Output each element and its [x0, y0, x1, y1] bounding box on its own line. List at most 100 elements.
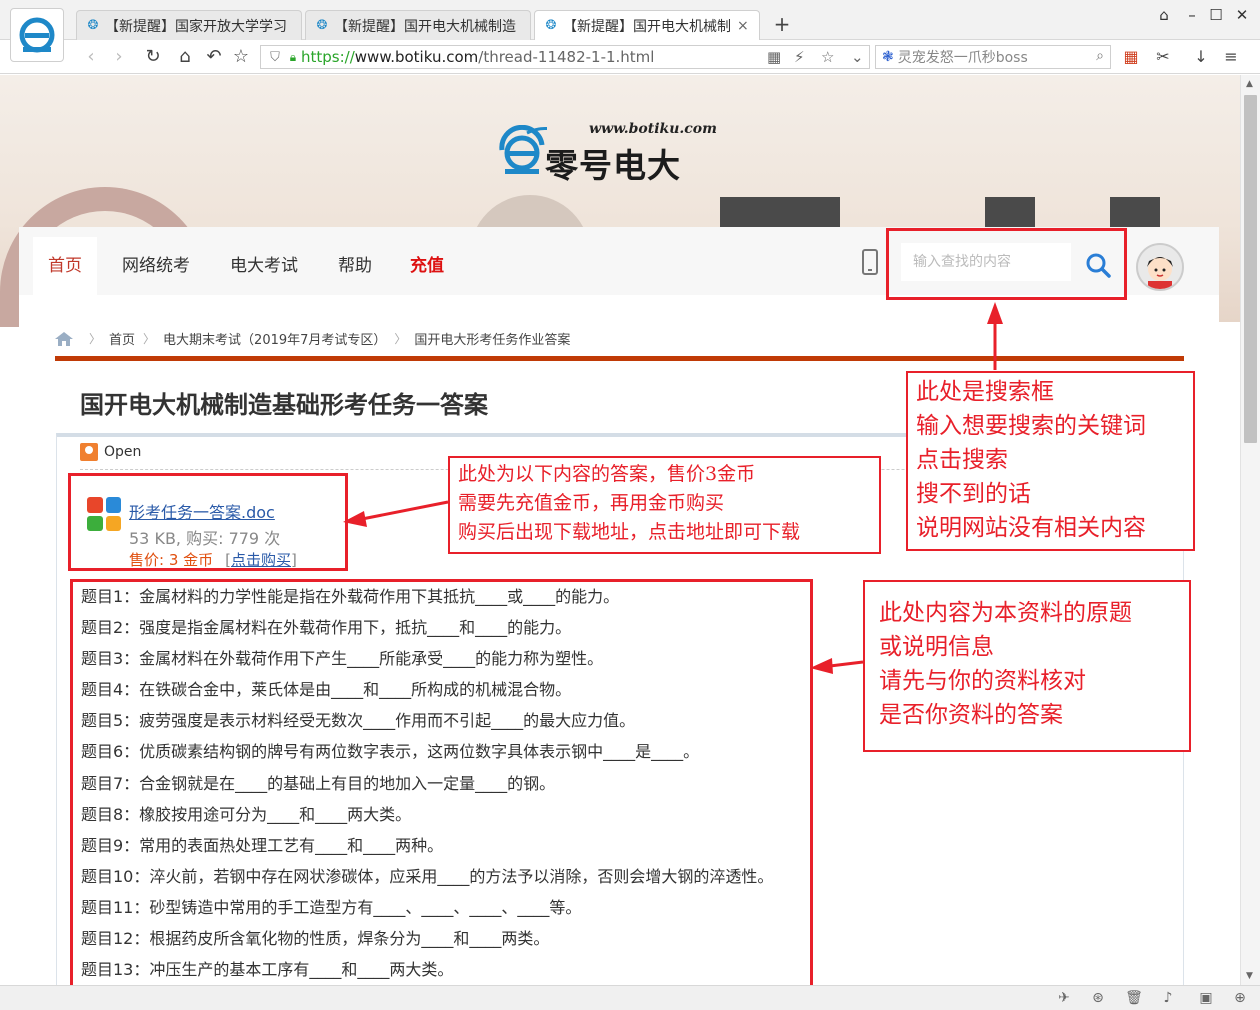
browser-tab-1[interactable]: ❂ 【新提醒】国家开放大学学习	[76, 10, 302, 40]
breadcrumb-item[interactable]: 首页	[109, 329, 135, 348]
chevron-down-icon[interactable]: ⌄	[851, 48, 864, 66]
browser-tab-2[interactable]: ❂ 【新提醒】国开电大机械制造	[305, 10, 531, 40]
baidu-paw-icon: ❃	[882, 49, 894, 65]
logo-url-text: www.botiku.com	[589, 121, 717, 137]
user-open-icon	[80, 443, 98, 461]
annotation-line: 是否你资料的答案	[879, 702, 1063, 728]
nav-network-exam[interactable]: 网络统考	[107, 237, 205, 295]
open-label: Open	[104, 444, 142, 460]
new-tab-button[interactable]: +	[770, 12, 794, 36]
tab-title: 【新提醒】国开电大机械制	[563, 19, 731, 35]
avatar[interactable]	[1136, 243, 1184, 291]
annotation-box-search	[886, 228, 1127, 300]
mobile-phone-icon[interactable]	[862, 249, 878, 275]
annotation-line: 说明网站没有相关内容	[916, 515, 1146, 541]
browser-logo	[10, 8, 64, 62]
bookmark-star-icon[interactable]: ☆	[230, 46, 252, 68]
download-icon[interactable]: ↓	[1190, 47, 1212, 66]
scroll-up-icon[interactable]: ▲	[1246, 79, 1253, 89]
botiku-logo-icon	[499, 125, 547, 174]
breadcrumb: 〉 首页 〉 电大期末考试（2019年7月考试专区） 〉 国开电大形考任务作业答…	[55, 329, 570, 348]
banner-decoration	[1110, 197, 1160, 227]
tab-title: 【新提醒】国开电大机械制造	[334, 18, 516, 35]
url-host: www.botiku.com	[354, 48, 479, 66]
nav-tvu-exam[interactable]: 电大考试	[215, 237, 313, 295]
lock-icon: 🔒︎	[289, 49, 297, 64]
site-favicon-icon: ❂	[87, 17, 99, 33]
breadcrumb-separator: 〉	[89, 332, 102, 346]
site-logo[interactable]: www.botiku.com 零号电大	[497, 117, 737, 187]
browser-tab-bar: ❂ 【新提醒】国家开放大学学习 ❂ 【新提醒】国开电大机械制造 ❂ 【新提醒】国…	[0, 0, 1260, 41]
breadcrumb-item[interactable]: 国开电大形考任务作业答案	[414, 329, 570, 348]
page-title: 国开电大机械制造基础形考任务一答案	[80, 391, 488, 419]
maximize-icon[interactable]: ☐	[1204, 6, 1228, 24]
browser-status-bar: ✈ ⊛ 🗑︎ ♪ ▣ ⊕	[0, 985, 1260, 1010]
address-bar[interactable]: ⛉ 🔒︎ https:// www.botiku.com /thread-114…	[260, 45, 870, 69]
scissors-icon[interactable]: ✂	[1152, 47, 1174, 66]
browser-search-text: 灵宠发怒一爪秒boss	[897, 50, 1028, 66]
skin-icon[interactable]: ⌂	[1152, 6, 1176, 24]
annotation-note-questions: 此处内容为本资料的原题 或说明信息 请先与你的资料核对 是否你资料的答案	[863, 580, 1191, 752]
lightning-icon[interactable]: ⚡	[794, 48, 805, 66]
open-link[interactable]: Open	[80, 443, 141, 461]
search-icon[interactable]: ⌕	[1096, 48, 1104, 64]
menu-icon[interactable]: ≡	[1220, 47, 1242, 66]
annotation-line: 输入想要搜索的关键词	[916, 413, 1146, 439]
nav-home[interactable]: 首页	[33, 237, 97, 295]
breadcrumb-item[interactable]: 电大期末考试（2019年7月考试专区）	[163, 329, 386, 348]
url-scheme: https://	[301, 48, 355, 66]
annotation-line: 请先与你的资料核对	[879, 668, 1086, 694]
annotation-box-attachment	[68, 473, 348, 571]
annotation-line: 需要先充值金币，再用金币购买	[458, 492, 725, 514]
speaker-icon[interactable]: ♪	[1158, 990, 1178, 1006]
banner-decoration	[985, 197, 1035, 227]
breadcrumb-separator: 〉	[143, 332, 156, 346]
divider	[55, 356, 1184, 361]
undo-close-icon[interactable]: ↶	[203, 46, 225, 68]
scrollbar-thumb[interactable]	[1244, 95, 1257, 443]
user-avatar-icon	[1138, 245, 1182, 289]
tab-title: 【新提醒】国家开放大学学习	[105, 18, 287, 35]
shield-icon: ⛉	[270, 49, 280, 65]
annotation-note-answer: 此处为以下内容的答案，售价3金币 需要先充值金币，再用金币购买 购买后出现下载地…	[448, 456, 881, 554]
browser-tab-3-active[interactable]: ❂ 【新提醒】国开电大机械制 ×	[534, 10, 760, 41]
browser-search-box[interactable]: ❃ 灵宠发怒一爪秒boss ⌕	[875, 45, 1111, 69]
zoom-icon[interactable]: ⊕	[1230, 990, 1250, 1006]
annotation-line: 点击搜索	[916, 447, 1008, 473]
site-favicon-icon: ❂	[316, 17, 328, 33]
scroll-down-icon[interactable]: ▼	[1246, 971, 1253, 981]
trash-icon[interactable]: 🗑︎	[1124, 990, 1144, 1006]
close-tab-icon[interactable]: ×	[737, 18, 751, 34]
banner-decoration	[720, 197, 840, 227]
url-path: /thread-11482-1-1.html	[478, 48, 655, 66]
browser-nav-bar: ‹ › ↻ ⌂ ↶ ☆ ⛉ 🔒︎ https:// www.botiku.com…	[0, 40, 1260, 74]
annotation-line: 购买后出现下载地址，点击地址即可下载	[458, 521, 801, 543]
nav-help[interactable]: 帮助	[323, 237, 387, 295]
nav-recharge[interactable]: 充值	[395, 237, 459, 295]
annotation-box-questions	[70, 579, 813, 989]
home-icon[interactable]: ⌂	[174, 46, 196, 68]
annotation-line: 此处为以下内容的答案，售价3金币	[458, 463, 756, 485]
forward-icon[interactable]: ›	[108, 46, 130, 68]
annotation-line: 或说明信息	[879, 634, 994, 660]
window-close-icon[interactable]: ✕	[1230, 6, 1254, 24]
annotation-line: 搜不到的话	[916, 481, 1031, 507]
minimize-icon[interactable]: –	[1180, 6, 1204, 24]
reload-icon[interactable]: ↻	[142, 46, 164, 68]
logo-text: 零号电大	[545, 146, 681, 185]
page-scrollbar[interactable]: ▲ ▼	[1240, 75, 1260, 985]
site-favicon-icon: ❂	[545, 18, 557, 33]
annotation-line: 此处是搜索框	[916, 379, 1054, 405]
home-icon[interactable]	[55, 331, 73, 346]
pin-icon[interactable]: ✈	[1054, 990, 1074, 1006]
botiku-logo-icon	[19, 17, 55, 53]
annotation-note-search: 此处是搜索框 输入想要搜索的关键词 点击搜索 搜不到的话 说明网站没有相关内容	[906, 371, 1195, 551]
window-icon[interactable]: ▣	[1196, 990, 1216, 1006]
qr-code-icon[interactable]: ▦	[767, 48, 781, 66]
favorite-star-icon[interactable]: ☆	[821, 48, 834, 66]
annotation-line: 此处内容为本资料的原题	[879, 600, 1132, 626]
apps-grid-icon[interactable]: ▦	[1120, 47, 1142, 66]
breadcrumb-separator: 〉	[394, 332, 407, 346]
accelerate-icon[interactable]: ⊛	[1088, 990, 1108, 1006]
back-icon[interactable]: ‹	[80, 46, 102, 68]
